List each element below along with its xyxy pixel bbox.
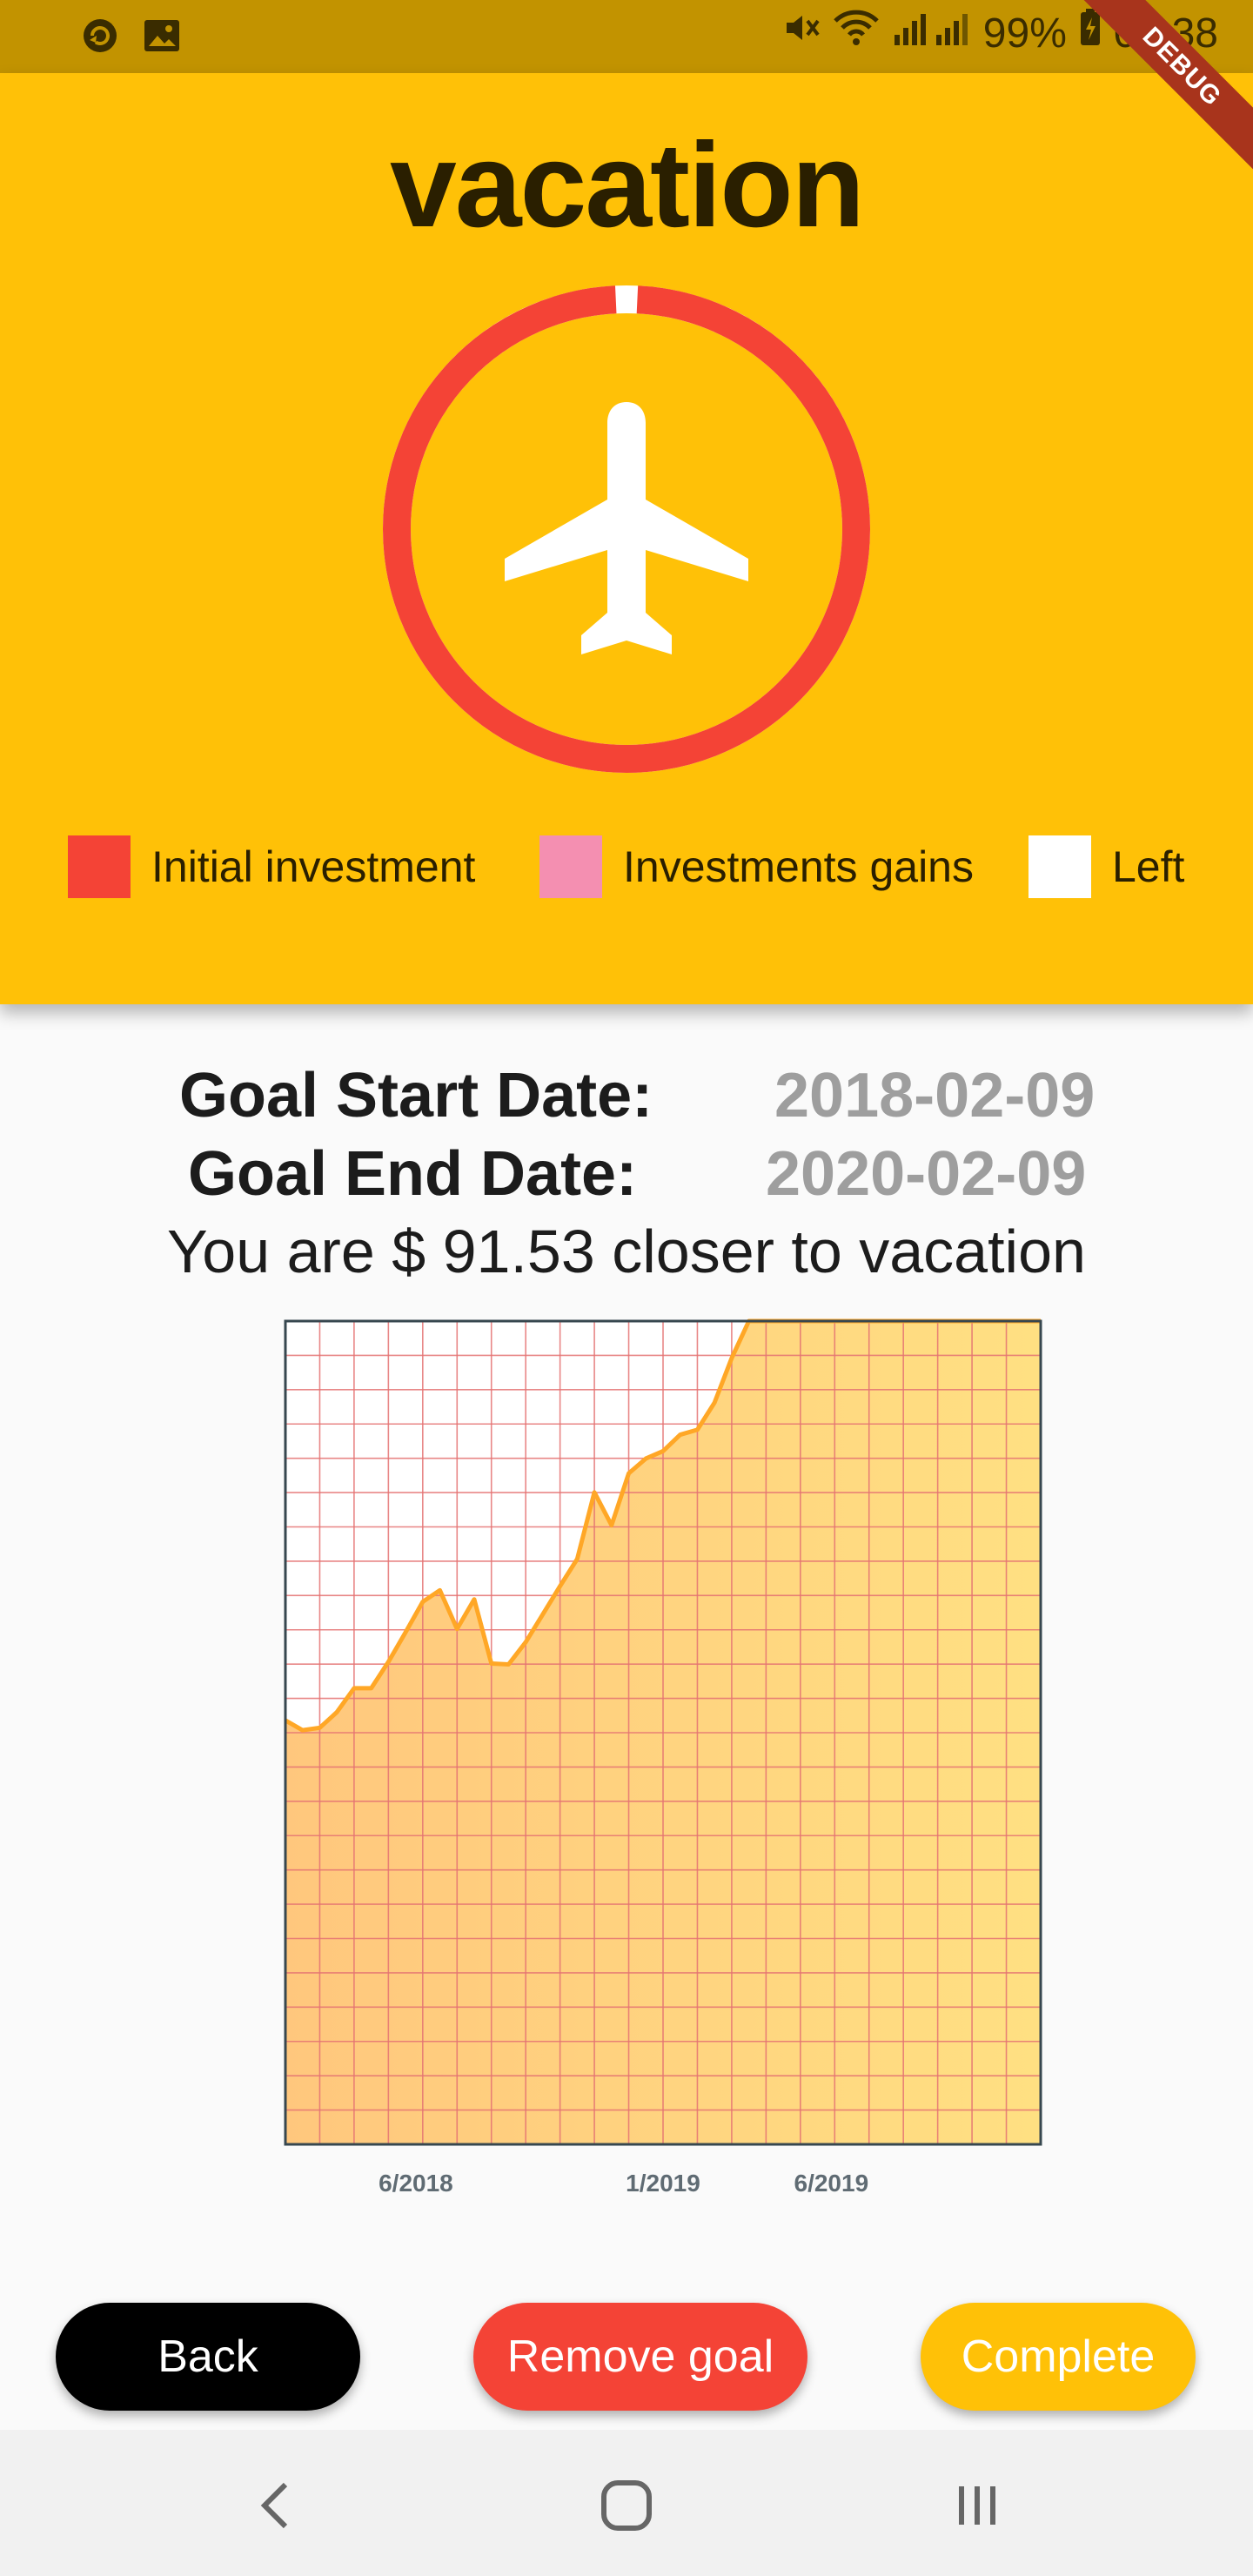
goal-end-date-value: 2020-02-09	[766, 1139, 1087, 1209]
mute-icon	[781, 9, 820, 57]
legend: Initial investment Investments gains Lef…	[0, 835, 1253, 905]
goal-start-date-label: Goal Start Date:	[179, 1061, 653, 1130]
status-right: 99% 08:38	[781, 9, 1218, 57]
complete-button[interactable]: Complete	[921, 2303, 1196, 2411]
signal-icon	[893, 9, 971, 57]
x-tick-label: 1/2019	[626, 2170, 700, 2197]
nav-recents-button[interactable]	[938, 2466, 1016, 2545]
remove-goal-button[interactable]: Remove goal	[473, 2303, 807, 2411]
status-left	[80, 16, 181, 60]
legend-label: Initial investment	[151, 842, 476, 891]
status-bar: 99% 08:38	[0, 0, 1253, 73]
recents-icon	[959, 2486, 995, 2525]
system-nav-bar	[0, 2430, 1253, 2576]
clock: 08:38	[1113, 10, 1218, 57]
gallery-icon	[143, 18, 181, 57]
x-tick-label: 6/2019	[794, 2170, 869, 2197]
legend-item-left: Left	[1029, 835, 1184, 898]
battery-percent: 99%	[982, 10, 1067, 57]
goal-progress-ring	[383, 285, 870, 773]
airplane-icon	[505, 402, 748, 654]
legend-item-investments-gains: Investments gains	[539, 835, 974, 898]
nav-back-button[interactable]	[237, 2466, 315, 2545]
legend-item-initial-investment: Initial investment	[68, 835, 475, 898]
legend-label: Left	[1112, 842, 1185, 891]
legend-swatch	[539, 835, 602, 898]
home-icon	[601, 2480, 652, 2531]
chart-svg: 6/2018 1/2019 6/2019	[284, 1318, 1042, 2197]
nav-home-button[interactable]	[587, 2466, 666, 2545]
goal-start-date-value: 2018-02-09	[774, 1061, 1096, 1130]
sync-icon	[80, 16, 120, 60]
wifi-icon	[832, 9, 881, 57]
legend-swatch	[68, 835, 131, 898]
chevron-left-icon	[260, 2482, 288, 2529]
x-tick-label: 6/2018	[379, 2170, 453, 2197]
progress-message: You are $ 91.53 closer to vacation	[167, 1218, 1086, 1285]
battery-charging-icon	[1079, 9, 1102, 57]
goal-title: vacation	[390, 118, 865, 252]
legend-label: Investments gains	[623, 842, 974, 891]
legend-swatch	[1029, 835, 1091, 898]
progress-chart: 6/2018 1/2019 6/2019	[0, 1305, 1253, 2228]
goal-header-card: vacation Initial investment Investments …	[0, 73, 1253, 1004]
back-button[interactable]: Back	[56, 2303, 360, 2411]
goal-end-date-label: Goal End Date:	[188, 1139, 638, 1209]
